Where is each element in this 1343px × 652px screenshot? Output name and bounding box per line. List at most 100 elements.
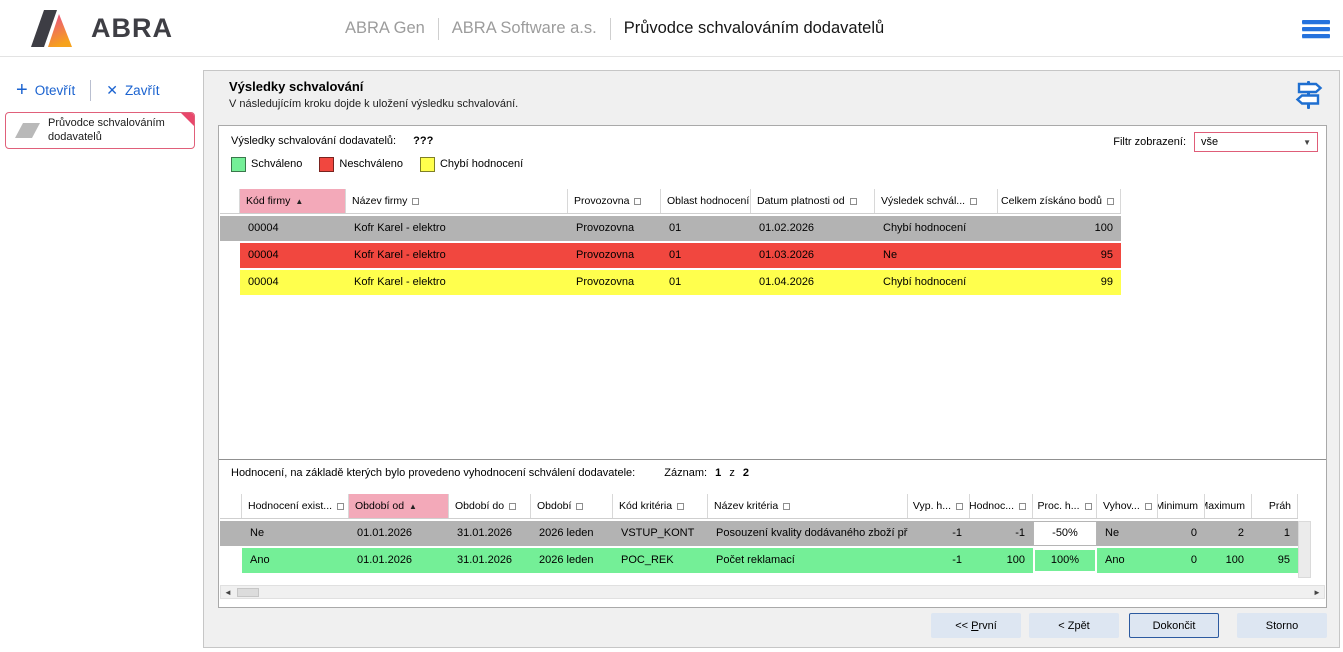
filter-icon[interactable] [1019,503,1026,510]
horizontal-scrollbar[interactable]: ◄ ► [220,585,1325,599]
column-header[interactable]: Název firmy [346,189,568,213]
column-header[interactable]: Výsledek schvál... [875,189,998,213]
table-cell[interactable]: Chybí hodnocení [875,216,998,241]
table-cell[interactable]: Ano [242,548,349,573]
table-cell[interactable]: 2026 leden [531,521,613,546]
menu-button[interactable] [1302,15,1330,42]
column-header[interactable]: Vyhov... [1097,494,1158,518]
table-cell[interactable]: 31.01.2026 [449,521,531,546]
table-cell[interactable]: 01.04.2026 [751,270,875,295]
table-cell[interactable]: 95 [1252,548,1298,573]
filter-icon[interactable] [1145,503,1152,510]
filter-icon[interactable] [1107,198,1114,205]
row-marker[interactable] [220,521,242,546]
row-marker[interactable] [220,270,240,295]
filter-icon[interactable] [509,503,516,510]
column-header[interactable]: Hodnoc... [970,494,1033,518]
first-button[interactable]: << První [931,613,1021,638]
column-header[interactable]: Provozovna [568,189,661,213]
table-row[interactable]: 00004Kofr Karel - elektroProvozovna0101.… [220,243,1121,268]
row-marker[interactable] [220,216,240,241]
display-filter-select[interactable]: vše ▼ [1194,132,1318,152]
scrollbar-thumb[interactable] [237,588,259,597]
column-header[interactable]: Celkem získáno bodů [998,189,1121,213]
column-header[interactable]: Práh [1252,494,1298,518]
table-cell[interactable]: 0 [1158,521,1205,546]
row-marker[interactable] [220,548,242,573]
table-cell[interactable]: 01.02.2026 [751,216,875,241]
table-cell[interactable]: Provozovna [568,270,661,295]
table-cell[interactable]: 01.01.2026 [349,548,449,573]
table-cell[interactable]: Ne [242,521,349,546]
filter-icon[interactable] [970,198,977,205]
finish-button[interactable]: Dokončit [1129,613,1219,638]
row-marker[interactable] [220,243,240,268]
column-header[interactable]: Oblast hodnocení [661,189,751,213]
column-header[interactable]: Minimum [1158,494,1205,518]
table-cell[interactable]: 2 [1205,521,1252,546]
back-button[interactable]: < Zpět [1029,613,1119,638]
column-header[interactable]: Hodnocení exist... [242,494,349,518]
table-cell[interactable]: 01.03.2026 [751,243,875,268]
table-cell[interactable]: 01.01.2026 [349,521,449,546]
table-cell[interactable]: POC_REK [613,548,708,573]
table-cell[interactable]: -1 [908,521,970,546]
column-header[interactable]: Proc. h... [1033,494,1097,518]
column-header[interactable]: Vyp. h... [908,494,970,518]
table-cell[interactable]: 00004 [240,216,346,241]
filter-icon[interactable] [337,503,344,510]
column-header[interactable]: Kód firmy▲ [240,189,346,213]
table-cell[interactable]: 31.01.2026 [449,548,531,573]
column-header[interactable]: Období [531,494,613,518]
column-header[interactable]: Období do [449,494,531,518]
table-cell[interactable]: Kofr Karel - elektro [346,243,568,268]
table-cell[interactable]: -1 [970,521,1033,546]
scroll-left-button[interactable]: ◄ [221,588,235,597]
table-cell[interactable]: 0 [1158,548,1205,573]
table-cell[interactable]: 99 [998,270,1121,295]
table-cell[interactable]: Posouzení kvality dodávaného zboží při k… [708,521,908,546]
table-cell[interactable]: 01 [661,216,751,241]
table-cell[interactable]: Provozovna [568,216,661,241]
table-cell[interactable]: Provozovna [568,243,661,268]
sidebar-tab-wizard[interactable]: Průvodce schvalováním dodavatelů [5,112,195,149]
column-header[interactable]: Název kritéria [708,494,908,518]
table-cell[interactable]: Ano [1097,548,1158,573]
table-cell[interactable]: 1 [1252,521,1298,546]
filter-icon[interactable] [576,503,583,510]
table-cell[interactable]: Ne [875,243,998,268]
filter-icon[interactable] [850,198,857,205]
table-cell[interactable]: 01 [661,270,751,295]
vertical-scrollbar[interactable] [1298,521,1311,578]
table-cell[interactable]: Kofr Karel - elektro [346,270,568,295]
filter-icon[interactable] [783,503,790,510]
close-button[interactable]: ✕ Zavřít [106,82,159,98]
table-cell[interactable]: Počet reklamací [708,548,908,573]
table-cell[interactable]: 00004 [240,243,346,268]
open-button[interactable]: + Otevřít [16,81,75,99]
column-header[interactable]: Maximum [1205,494,1252,518]
filter-icon[interactable] [1085,503,1092,510]
table-cell[interactable]: Ne [1097,521,1158,546]
filter-icon[interactable] [412,198,419,205]
table-cell[interactable]: 100 [1205,548,1252,573]
table-cell[interactable]: 01 [661,243,751,268]
table-row[interactable]: Ano01.01.202631.01.20262026 ledenPOC_REK… [220,548,1298,573]
table-cell[interactable]: VSTUP_KONT [613,521,708,546]
table-cell[interactable]: 100% [1033,548,1097,573]
scroll-right-button[interactable]: ► [1310,588,1324,597]
table-row[interactable]: Ne01.01.202631.01.20262026 ledenVSTUP_KO… [220,521,1298,546]
table-cell[interactable]: -50% [1033,521,1097,546]
table-cell[interactable]: 100 [970,548,1033,573]
table-cell[interactable]: 00004 [240,270,346,295]
cancel-button[interactable]: Storno [1237,613,1327,638]
table-cell[interactable]: Chybí hodnocení [875,270,998,295]
table-cell[interactable]: Kofr Karel - elektro [346,216,568,241]
table-row[interactable]: 00004Kofr Karel - elektroProvozovna0101.… [220,270,1121,295]
table-row[interactable]: 00004Kofr Karel - elektroProvozovna0101.… [220,216,1121,241]
filter-icon[interactable] [677,503,684,510]
column-header[interactable]: Datum platnosti od [751,189,875,213]
column-header[interactable]: Období od▲ [349,494,449,518]
table-cell[interactable]: 2026 leden [531,548,613,573]
table-cell[interactable]: -1 [908,548,970,573]
